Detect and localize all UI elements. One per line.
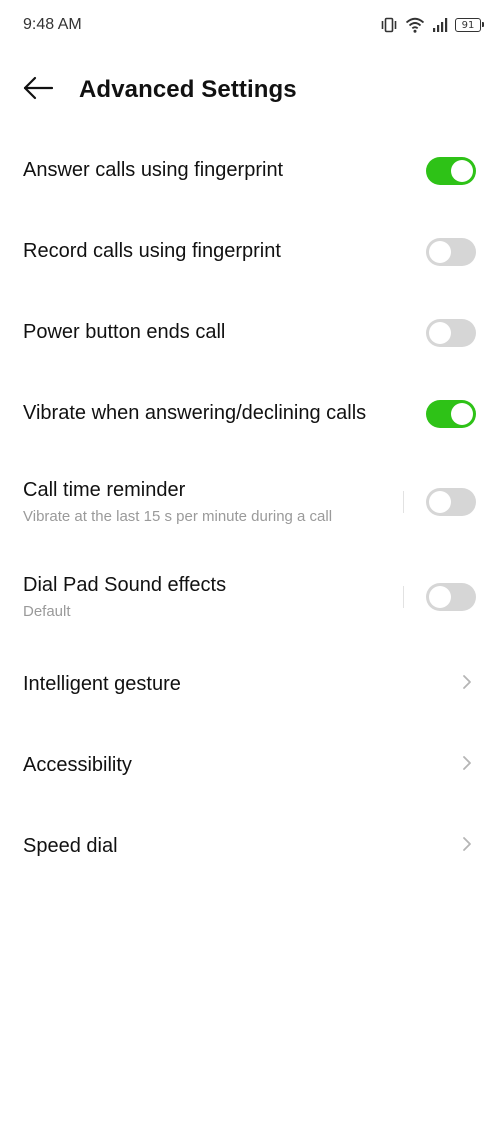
app-bar: Advanced Settings [0,60,504,120]
setting-label: Intelligent gesture [23,673,181,695]
setting-label: Call time reminder [23,478,186,501]
setting-call-time-reminder[interactable]: Call time reminder Vibrate at the last 1… [0,454,504,549]
chevron-right-icon [460,834,476,859]
setting-label: Record calls using fingerprint [23,240,281,262]
chevron-right-icon [460,753,476,778]
page-title: Advanced Settings [79,76,297,103]
divider [403,585,404,608]
signal-icon [432,17,448,33]
status-time: 9:48 AM [23,16,82,33]
setting-speed-dial[interactable]: Speed dial [0,806,504,887]
vibrate-icon [380,16,398,34]
record-calls-fingerprint-toggle[interactable] [426,237,476,266]
setting-power-button-ends-call[interactable]: Power button ends call [0,292,504,373]
toggle-knob [451,159,473,182]
setting-label: Speed dial [23,835,118,857]
setting-dial-pad-sound[interactable]: Dial Pad Sound effects Default [0,549,504,644]
battery-icon: 91 [455,18,484,32]
setting-subtitle: Vibrate at the last 15 s per minute duri… [23,507,333,525]
toggle-knob [429,321,451,344]
setting-accessibility[interactable]: Accessibility [0,725,504,806]
chevron-right-icon [460,672,476,697]
toggle-knob [451,402,473,425]
setting-label: Answer calls using fingerprint [23,159,284,181]
setting-record-calls-fingerprint[interactable]: Record calls using fingerprint [0,211,504,292]
arrow-left-icon [23,76,54,105]
setting-label: Accessibility [23,754,132,776]
vibrate-answering-toggle[interactable] [426,399,476,428]
setting-subtitle: Default [23,602,71,620]
status-bar: 9:48 AM 91 [0,0,504,50]
setting-label: Dial Pad Sound effects [23,573,227,596]
call-time-reminder-toggle[interactable] [426,487,476,516]
setting-vibrate-answering[interactable]: Vibrate when answering/declining calls [0,373,504,454]
dial-pad-sound-toggle[interactable] [426,582,476,611]
settings-list: Answer calls using fingerprint Record ca… [0,130,504,887]
toggle-knob [429,585,451,608]
divider [403,490,404,513]
setting-label: Power button ends call [23,321,226,343]
toggle-knob [429,490,451,513]
power-button-ends-call-toggle[interactable] [426,318,476,347]
setting-intelligent-gesture[interactable]: Intelligent gesture [0,644,504,725]
status-icons: 91 [380,14,484,36]
answer-calls-fingerprint-toggle[interactable] [426,156,476,185]
wifi-icon [405,16,425,34]
back-button[interactable] [18,70,58,110]
setting-label: Vibrate when answering/declining calls [23,402,367,424]
toggle-knob [429,240,451,263]
setting-answer-calls-fingerprint[interactable]: Answer calls using fingerprint [0,130,504,211]
